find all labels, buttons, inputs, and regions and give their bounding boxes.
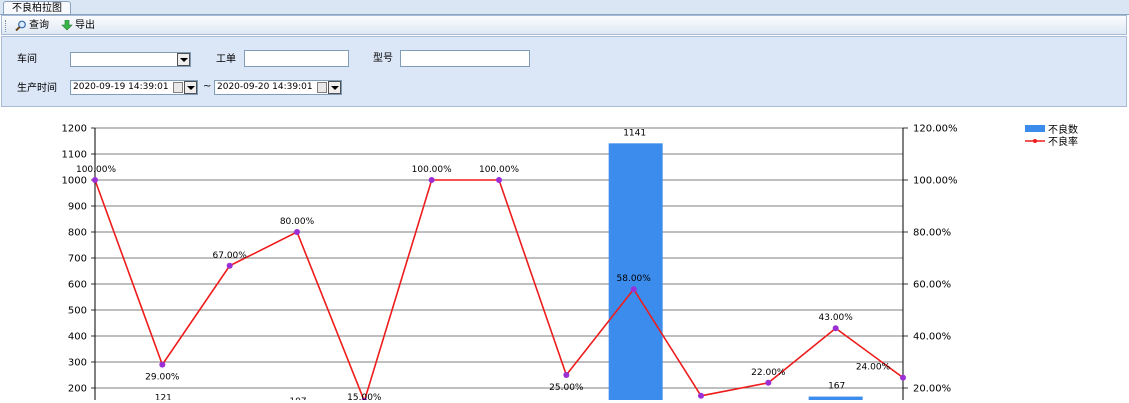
legend-bar-swatch	[1025, 125, 1045, 132]
rate-point	[159, 361, 166, 368]
start-time-picker[interactable]: 2020-09-19 14:39:01	[70, 80, 198, 95]
y-tick-label: 300	[68, 358, 87, 369]
bar-data-label: 1141	[623, 128, 646, 138]
rate-data-label: 100.00%	[412, 165, 452, 175]
y2-tick-label: 80.00%	[913, 228, 951, 239]
workorder-label: 工单	[216, 54, 236, 65]
rate-point	[92, 177, 98, 183]
rate-data-label: 67.00%	[213, 251, 248, 261]
pareto-chart: 1200 1100 1000 900 800 700 600 500 400 300 200 120.…	[62, 123, 1078, 403]
y-tick-label: 400	[68, 332, 87, 343]
y-tick-label: 200	[68, 384, 87, 395]
range-separator: ~	[203, 81, 212, 92]
rate-point	[226, 262, 233, 269]
rate-point	[563, 372, 570, 378]
rate-data-label: 80.00%	[280, 217, 315, 227]
legend-line-marker	[1033, 139, 1037, 143]
toolbar-grip[interactable]	[5, 20, 8, 32]
bar	[808, 396, 863, 403]
y-tick-label: 700	[68, 254, 87, 265]
chevron-down-icon[interactable]	[328, 81, 341, 94]
model-label: 型号	[373, 53, 393, 64]
tab-label: 不良柏拉图	[12, 3, 62, 14]
rate-point	[765, 379, 772, 386]
magnifier-icon	[15, 20, 26, 31]
model-input[interactable]	[400, 50, 530, 67]
rate-data-label: 24.00%	[856, 363, 891, 373]
rate-data-label: 22.00%	[751, 368, 786, 378]
filter-panel: 车间 工单 型号 生产时间 2020-09-19 14:39:01 ~ 2020…	[1, 36, 1127, 107]
y-tick-label: 1100	[62, 150, 87, 161]
y-tick-label: 800	[68, 228, 87, 239]
rate-data-label: 29.00%	[145, 373, 180, 383]
pareto-chart-area: 1200 1100 1000 900 800 700 600 500 400 300 200 120.…	[0, 108, 1129, 403]
y-tick-label: 900	[68, 202, 87, 213]
rate-point	[630, 286, 637, 293]
rate-point	[428, 177, 435, 183]
tab-strip: 不良柏拉图	[0, 0, 1129, 15]
bar	[608, 143, 663, 403]
y2-tick-label: 40.00%	[913, 332, 951, 343]
bar-data-label: 167	[828, 382, 845, 392]
rate-data-label: 100.00%	[479, 165, 519, 175]
y2-tick-label: 100.00%	[913, 176, 958, 187]
start-time-value: 2020-09-19 14:39:01	[73, 82, 169, 92]
workorder-input[interactable]	[244, 50, 349, 67]
query-label: 查询	[29, 20, 49, 31]
y2-tick-label: 60.00%	[913, 280, 951, 291]
y2-tick-label: 120.00%	[913, 124, 958, 135]
toolbar: 查询 导出	[1, 15, 1127, 35]
rate-point	[496, 177, 502, 183]
export-button[interactable]: 导出	[60, 18, 95, 33]
chevron-down-icon[interactable]	[184, 81, 197, 94]
rate-data-label: 100.00%	[76, 165, 116, 175]
green-arrow-export-icon	[61, 20, 73, 31]
end-time-picker[interactable]: 2020-09-20 14:39:01	[214, 80, 342, 95]
workshop-select[interactable]	[70, 52, 191, 67]
rate-point	[294, 229, 300, 235]
legend-label: 不良率	[1048, 135, 1078, 148]
y-tick-label: 1200	[62, 124, 87, 135]
y-tick-label: 600	[68, 280, 87, 291]
workshop-label: 车间	[17, 54, 37, 65]
rate-point	[832, 325, 839, 332]
production-time-label: 生产时间	[17, 83, 57, 94]
rate-point	[698, 392, 704, 399]
rate-data-label: 43.00%	[819, 313, 854, 323]
y2-tick-label: 20.00%	[913, 384, 951, 395]
rate-data-label: 15.00%	[347, 393, 382, 400]
rate-data-label: 25.00%	[549, 383, 584, 393]
rate-data-label: 58.00%	[617, 274, 652, 284]
end-time-value: 2020-09-20 14:39:01	[217, 82, 313, 92]
calendar-icon[interactable]	[317, 82, 327, 93]
bar-data-label: 121	[155, 394, 172, 400]
y-tick-label: 500	[68, 306, 87, 317]
rate-point	[900, 374, 906, 381]
y-tick-label: 1000	[62, 176, 87, 187]
tab-pareto[interactable]: 不良柏拉图	[3, 1, 71, 15]
query-button[interactable]: 查询	[14, 18, 49, 33]
chevron-down-icon[interactable]	[177, 53, 190, 66]
export-label: 导出	[75, 20, 95, 31]
legend-label: 不良数	[1048, 123, 1078, 136]
calendar-icon[interactable]	[173, 82, 183, 93]
